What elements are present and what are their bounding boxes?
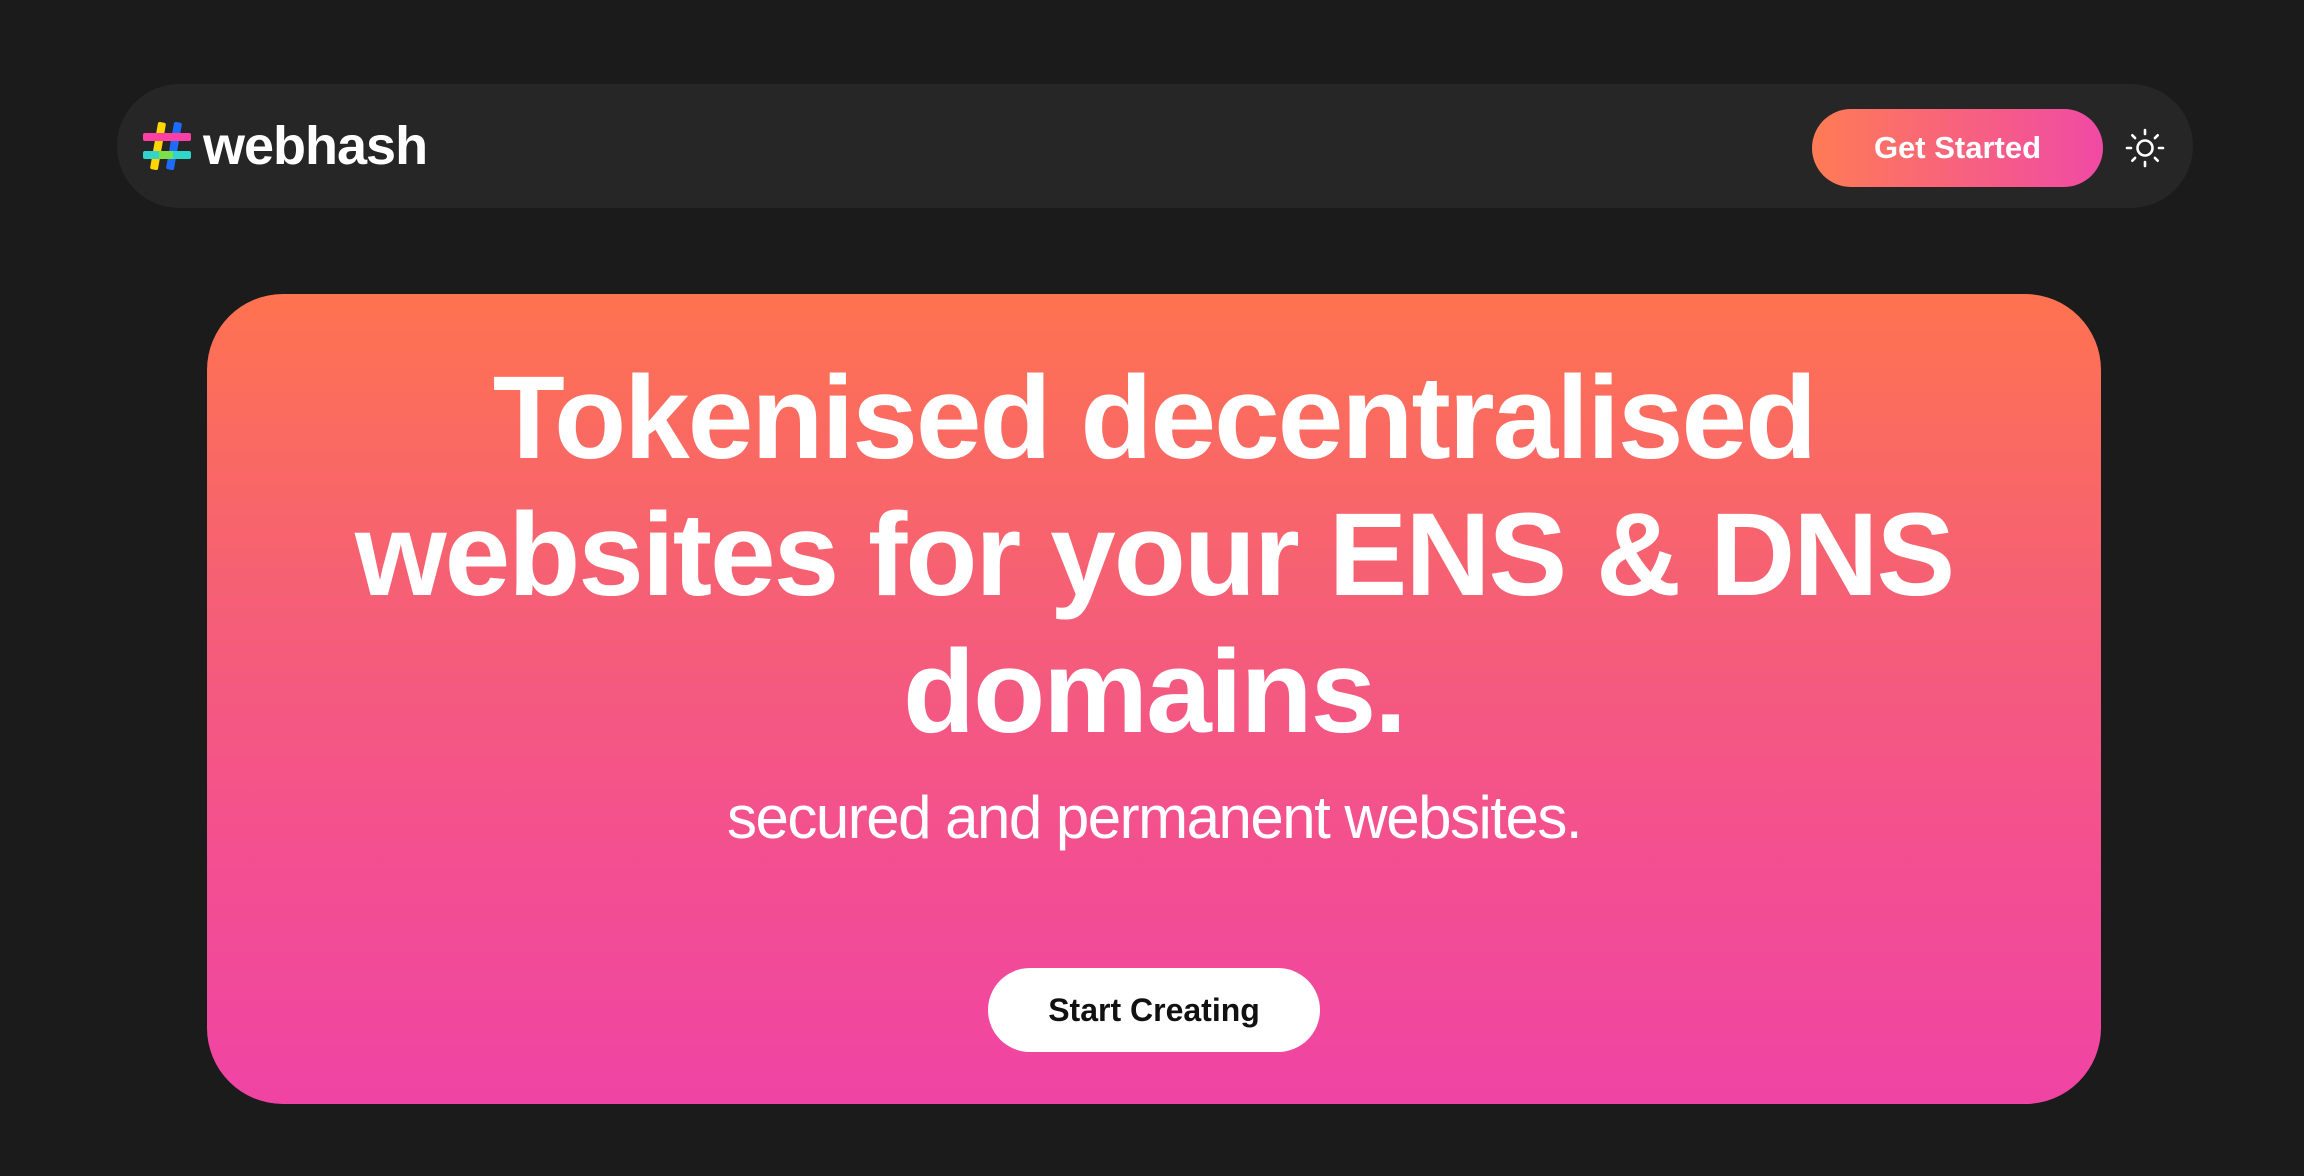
hero-title-line: domains. — [903, 626, 1407, 758]
hero-subtitle: secured and permanent websites. — [726, 784, 1583, 851]
hero-title-line: websites for your ENS & DNS — [354, 489, 1955, 621]
get-started-button[interactable]: Get Started — [1812, 109, 2103, 187]
hero-title: Tokenised decentralised websites for you… — [207, 350, 2101, 761]
site-logo[interactable]: webhash — [141, 84, 428, 208]
hero-banner: Tokenised decentralised websites for you… — [207, 294, 2101, 1104]
hero-title-line: Tokenised decentralised — [492, 352, 1817, 484]
logo-text: webhash — [203, 116, 428, 176]
sun-icon — [2125, 128, 2165, 168]
top-navbar: webhash Get Started — [117, 84, 2193, 208]
theme-toggle-button[interactable] — [2125, 128, 2165, 168]
start-creating-button[interactable]: Start Creating — [988, 968, 1320, 1052]
hash-logo-icon — [143, 121, 191, 171]
